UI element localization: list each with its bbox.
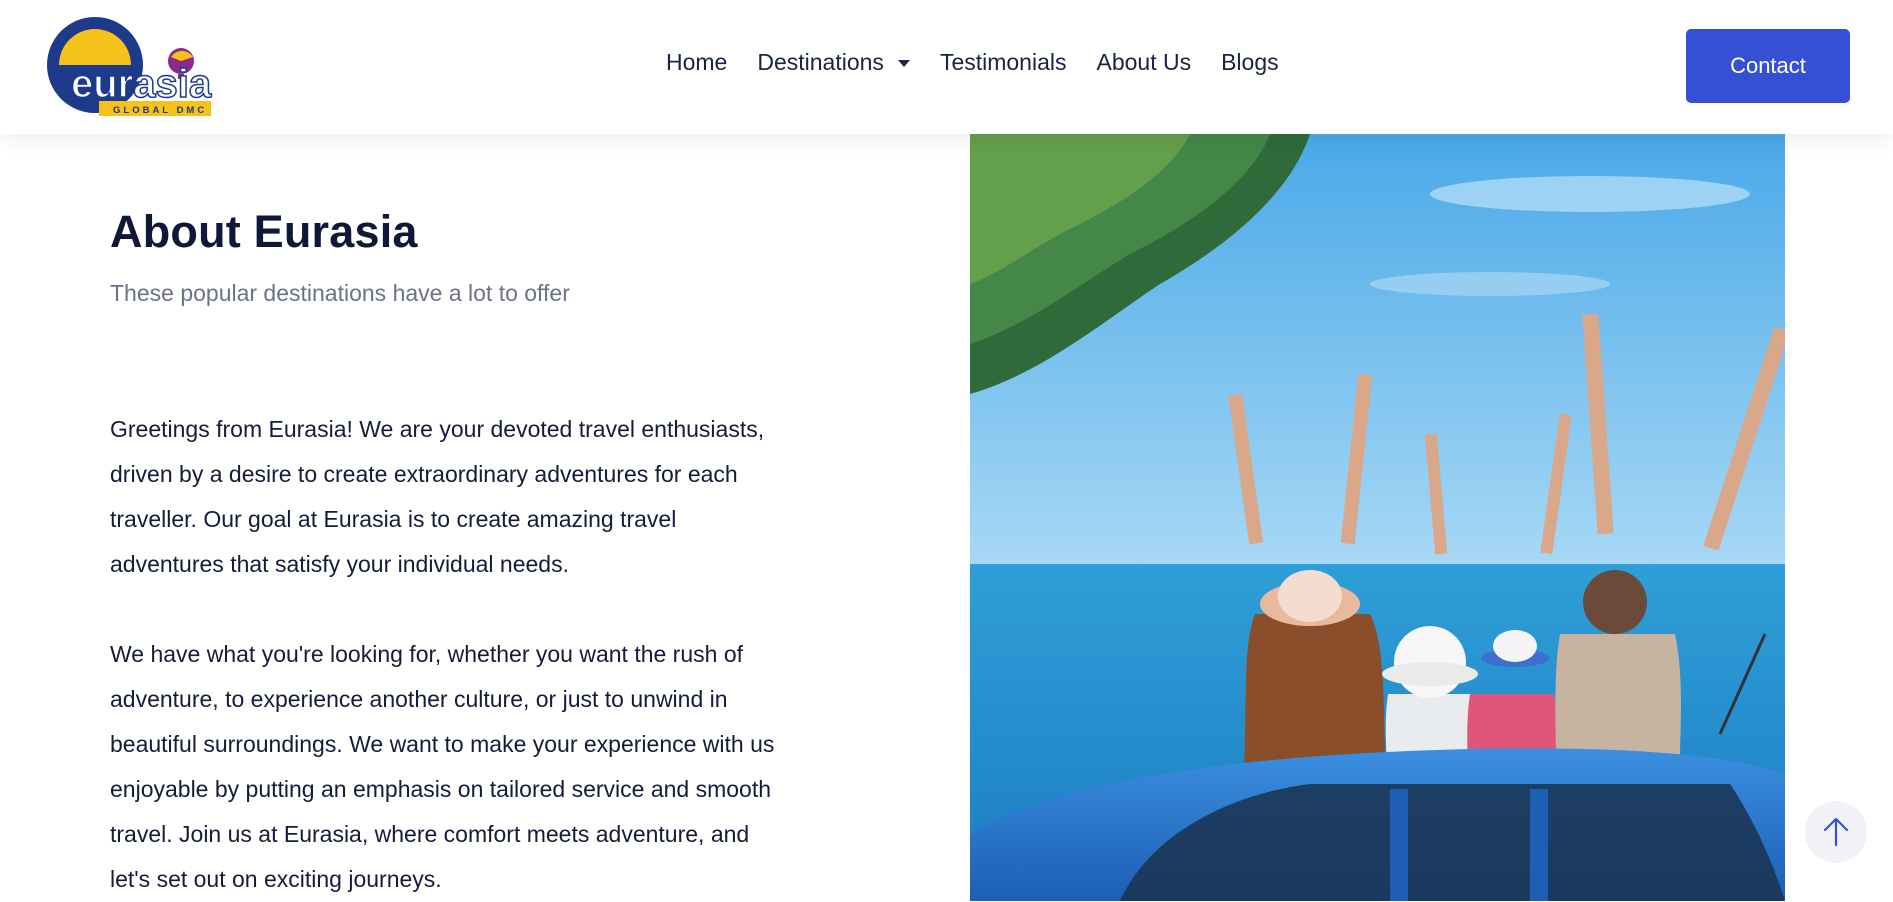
nav-destinations-label: Destinations: [757, 49, 884, 75]
nav-about-us-label: About Us: [1096, 49, 1192, 75]
nav-testimonials-label: Testimonials: [939, 49, 1067, 75]
nav-destinations[interactable]: Destinations: [757, 49, 910, 76]
nav-testimonials[interactable]: Testimonials: [940, 49, 1067, 76]
logo-wordmark: eurasia: [71, 62, 212, 106]
logo-tagline: GLOBAL DMC: [113, 105, 207, 116]
arrow-up-icon: [1823, 817, 1849, 847]
main-nav: Home Destinations Testimonials About Us …: [666, 49, 1309, 76]
nav-home[interactable]: Home: [666, 49, 727, 76]
nav-blogs[interactable]: Blogs: [1221, 49, 1279, 76]
site-header: eurasia GLOBAL DMC Home Destinations Tes…: [0, 0, 1893, 134]
chevron-down-icon: [897, 60, 910, 67]
contact-button[interactable]: Contact: [1686, 29, 1850, 103]
scroll-to-top-button[interactable]: [1805, 801, 1867, 863]
about-paragraph-2: We have what you're looking for, whether…: [110, 641, 775, 892]
nav-blogs-label: Blogs: [1221, 49, 1279, 75]
nav-about-us[interactable]: About Us: [1096, 49, 1191, 76]
page-subtitle: These popular destinations have a lot to…: [110, 280, 570, 306]
eurasia-logo[interactable]: eurasia GLOBAL DMC: [43, 17, 213, 117]
hero-image: [970, 134, 1785, 901]
nav-home-label: Home: [666, 49, 728, 75]
family-on-car-photo: [970, 134, 1785, 901]
page-title: About Eurasia: [110, 206, 418, 257]
about-paragraph-1: Greetings from Eurasia! We are your devo…: [110, 416, 765, 577]
